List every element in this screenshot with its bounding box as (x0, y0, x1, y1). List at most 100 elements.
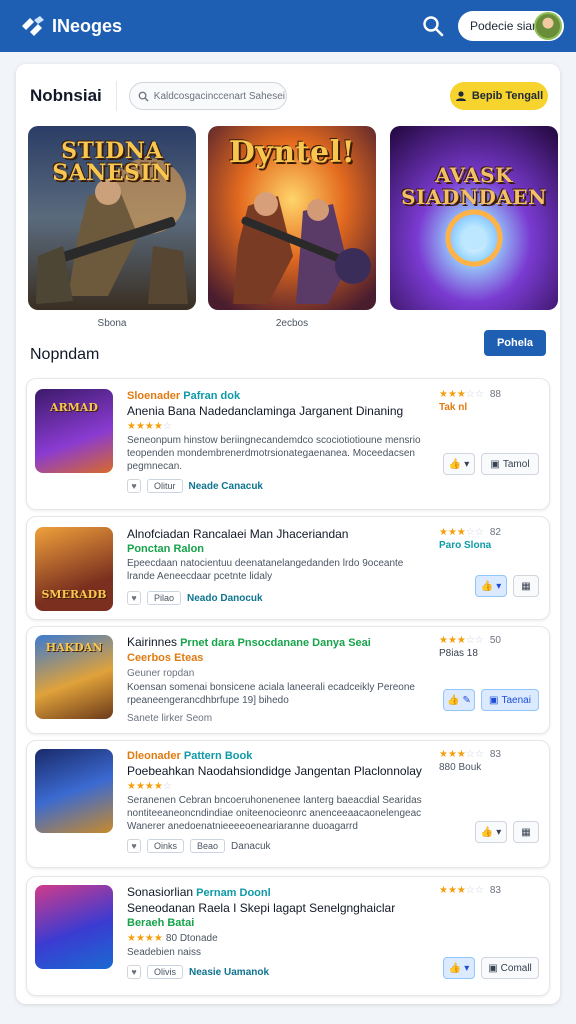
panel-title: Nobnsiai (30, 86, 102, 105)
item-thumbnail: ARMAD (35, 389, 113, 473)
panel-header: Nobnsiai Kaldcosgacinccenart Sahesei Bep… (30, 74, 548, 118)
rating-stars: ★★★☆☆ (439, 389, 484, 400)
item-name[interactable]: Alnofciadan Rancalaei Man Jhaceriandan (127, 527, 429, 542)
rating-sub: Tak nl (439, 402, 468, 413)
list-item[interactable]: ARMAD Sloenader Pafran dok Anenia Bana N… (26, 378, 550, 510)
item-rating: ★★★☆☆ 88 Tak nl (439, 389, 539, 413)
logo-icon (22, 16, 44, 36)
rating-stars: ★★★☆☆ (439, 749, 484, 760)
primary-action-button[interactable]: Bepib Tengall (450, 82, 548, 110)
rating-value: 82 (489, 527, 501, 538)
section-title: Nopndam (30, 346, 100, 363)
item-subtitle: Ponctan Ralon (127, 543, 205, 555)
rating-value: 83 (489, 749, 501, 760)
tag-link[interactable]: Danacuk (231, 841, 270, 852)
profile-menu[interactable]: Podecie sian (458, 11, 564, 41)
thumbs-up-button[interactable]: 👍 ▾ (475, 821, 507, 843)
rating-stars: ★★★☆☆ (439, 527, 484, 538)
search-button[interactable] (420, 13, 446, 39)
item-thumbnail: HAKDAN (35, 635, 113, 719)
tag-pill[interactable]: Olivis (147, 965, 183, 979)
featured-card[interactable]: Dyntel! (208, 126, 376, 310)
list-item[interactable]: HAKDAN Kairinnes Prnet dara Pnsocdanane … (26, 626, 550, 734)
featured-carousel: STIDNA SANESIN Dyntel! AVASK SIADNDAEN (28, 126, 558, 310)
item-stars: ★★★★☆ (127, 781, 172, 792)
rating-stars: ★★★☆☆ (439, 635, 484, 646)
header-divider (115, 81, 117, 111)
item-body: Sloenader Pafran dok Anenia Bana Nadedan… (127, 389, 429, 493)
item-action-button[interactable]: ▣ Comall (481, 957, 539, 979)
search-input[interactable]: Kaldcosgacinccenart Sahesei (128, 82, 287, 110)
user-icon (455, 91, 466, 101)
item-description: Seneonpum hinstow beriingnecandemdco sco… (127, 435, 421, 472)
item-thumbnail (35, 749, 113, 833)
rating-sub: P8ias 18 (439, 648, 478, 659)
tag-pill[interactable]: Pilao (147, 591, 182, 605)
item-name[interactable]: Poebeahkan Naodahsiondidge Jangentan Pla… (127, 764, 429, 779)
grid-icon: ▦ (521, 580, 531, 592)
item-name[interactable]: Seneodanan Raela I Skepi lagapt Senelgng… (127, 901, 429, 916)
thumbnail-title: SMERADB (41, 588, 107, 601)
app-name: INeoges (52, 15, 123, 36)
item-description: Seranenen Cebran bncoeruhonenenee lanter… (127, 795, 422, 832)
item-action-button[interactable]: ▣ Taenai (481, 689, 539, 711)
item-subtitle: Beraeh Batai (127, 917, 195, 929)
tag-link[interactable]: Neasie Uamanok (189, 967, 269, 978)
tag-link[interactable]: Sanete lirker Seom (127, 713, 212, 724)
item-subtitle-3: 80 Dtonade (165, 933, 218, 944)
tag-pill-2[interactable]: Beao (190, 839, 226, 853)
item-rating: ★★★☆☆ 83 (439, 885, 539, 896)
item-action-label: Tamol (502, 458, 530, 470)
rating-sub: 880 Bouk (439, 762, 482, 773)
item-stars: ★★★★☆ (127, 421, 172, 432)
section-action-button[interactable]: Pohela (484, 330, 546, 356)
featured-card[interactable]: AVASK SIADNDAEN (390, 126, 558, 310)
rating-value: 50 (489, 635, 501, 646)
item-stars: ★★★★ (127, 933, 163, 944)
thumbs-up-button[interactable]: 👍 ▾ (443, 957, 475, 979)
item-action-button[interactable]: ▣ Tamol (481, 453, 539, 475)
item-name[interactable]: Anenia Bana Nadedanclaminga Jarganent Di… (127, 404, 429, 419)
section-header: Nopndam Pohela (30, 330, 546, 363)
item-meta-a: Dleonader (127, 750, 181, 762)
item-subtitle-2: Geuner ropdan (127, 668, 195, 679)
item-description: Epeecdaan natocientuu deenatanelangedand… (127, 558, 404, 582)
tag-pill[interactable]: Oinks (147, 839, 185, 853)
heart-icon[interactable]: ♥ (127, 591, 141, 605)
grid-button[interactable]: ▦ (513, 575, 539, 597)
app-logo[interactable]: INeoges (20, 14, 122, 38)
list-item[interactable]: Sonasiorlian Pernam Doonl Seneodanan Rae… (26, 876, 550, 996)
rating-sub: Paro Slona (439, 540, 492, 551)
item-meta-b: Pernam Doonl (196, 887, 271, 899)
heart-icon[interactable]: ♥ (127, 965, 141, 979)
item-meta-a: Sonasiorlian (127, 885, 194, 899)
tag-link[interactable]: Neade Canacuk (189, 481, 263, 492)
item-meta-b: Pafran dok (183, 390, 241, 402)
thumbs-up-button[interactable]: 👍 ▾ (443, 453, 475, 475)
item-meta-b: Prnet dara Pnsocdanane Danya Seai (180, 637, 371, 649)
main-panel: Nobnsiai Kaldcosgacinccenart Sahesei Bep… (16, 64, 560, 1004)
item-thumbnail (35, 885, 113, 969)
profile-label: Podecie sian (470, 19, 539, 33)
avatar[interactable] (534, 12, 562, 40)
item-body: Dleonader Pattern Book Poebeahkan Naodah… (127, 749, 429, 853)
featured-title: AVASK SIADNDAEN (401, 163, 547, 209)
thumbs-up-button[interactable]: 👍 ▾ (475, 575, 507, 597)
heart-icon[interactable]: ♥ (127, 839, 141, 853)
item-description: Seadebien naiss (127, 947, 201, 958)
item-meta-a: Kairinnes (127, 635, 178, 649)
grid-button[interactable]: ▦ (513, 821, 539, 843)
item-description: Koensan somenai bonsicene aciala laneera… (127, 682, 415, 706)
rating-value: 83 (489, 885, 501, 896)
item-action-label: Comall (500, 962, 532, 974)
item-body: Kairinnes Prnet dara Pnsocdanane Danya S… (127, 635, 429, 724)
thumbs-up-button[interactable]: 👍 ✎ (443, 689, 475, 711)
thumbnail-title: HAKDAN (45, 641, 103, 654)
tag-link[interactable]: Neado Danocuk (187, 593, 263, 604)
list-item[interactable]: SMERADB Alnofciadan Rancalaei Man Jhacer… (26, 516, 550, 620)
list-item[interactable]: Dleonader Pattern Book Poebeahkan Naodah… (26, 740, 550, 868)
featured-card[interactable]: STIDNA SANESIN (28, 126, 196, 310)
tag-pill[interactable]: Olitur (147, 479, 183, 493)
item-action-label: Taenai (501, 694, 531, 706)
heart-icon[interactable]: ♥ (127, 479, 141, 493)
